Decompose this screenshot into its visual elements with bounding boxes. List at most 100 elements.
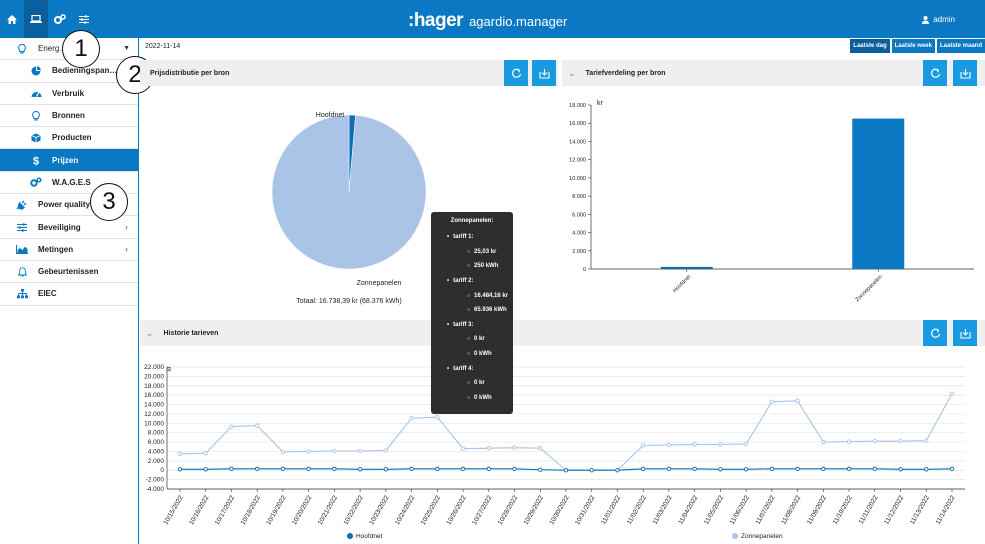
export-button[interactable] xyxy=(532,60,556,86)
data-point-hoofdnet[interactable] xyxy=(512,466,517,471)
data-point-zonnepanelen[interactable] xyxy=(898,438,903,444)
home-icon[interactable] xyxy=(0,0,24,38)
x-tick-label: 10/24/2022 xyxy=(394,494,417,526)
data-point-hoofdnet[interactable] xyxy=(538,467,543,472)
gears-icon[interactable] xyxy=(48,0,72,38)
sidebar-item-producten[interactable]: Producten xyxy=(0,127,138,150)
data-point-hoofdnet[interactable] xyxy=(666,466,672,471)
data-point-zonnepanelen[interactable] xyxy=(846,439,852,444)
data-point-hoofdnet[interactable] xyxy=(332,466,337,471)
data-point-zonnepanelen[interactable] xyxy=(718,442,723,447)
data-point-zonnepanelen[interactable] xyxy=(203,451,208,456)
data-point-zonnepanelen[interactable] xyxy=(460,446,466,451)
data-point-hoofdnet[interactable] xyxy=(306,466,311,471)
data-point-hoofdnet[interactable] xyxy=(821,466,826,471)
bar-zonnepanelen[interactable] xyxy=(852,118,905,269)
data-point-hoofdnet[interactable] xyxy=(563,468,569,473)
series-line-zonnepanelen xyxy=(179,393,953,471)
data-point-hoofdnet[interactable] xyxy=(255,466,260,471)
data-point-zonnepanelen[interactable] xyxy=(769,399,775,404)
data-point-zonnepanelen[interactable] xyxy=(821,439,826,445)
data-point-zonnepanelen[interactable] xyxy=(280,449,286,455)
sidebar-item-metingen[interactable]: Metingen › xyxy=(0,239,138,261)
pie-slice-zonnepanelen[interactable] xyxy=(271,114,427,270)
sidebar-item-gebeurtenissen[interactable]: Gebeurtenissen xyxy=(0,261,138,284)
data-point-hoofdnet[interactable] xyxy=(177,467,183,472)
data-point-zonnepanelen[interactable] xyxy=(538,446,543,451)
data-point-hoofdnet[interactable] xyxy=(229,466,234,471)
refresh-button[interactable] xyxy=(923,60,947,86)
sidebar-item-eiec[interactable]: EIEC xyxy=(0,283,138,306)
period-month-button[interactable]: Laatste maand xyxy=(936,39,985,53)
data-point-zonnepanelen[interactable] xyxy=(177,451,183,456)
data-point-zonnepanelen[interactable] xyxy=(743,441,749,447)
sidebar-item-prijzen[interactable]: $ Prijzen xyxy=(0,149,138,172)
line-panel-title: Historie tarieven xyxy=(163,329,219,337)
legend-label[interactable]: Hoofdnet xyxy=(356,533,383,540)
tooltip-tariff-label: tariff 3: xyxy=(431,318,513,333)
bar-hoofdnet[interactable] xyxy=(660,266,713,269)
data-point-hoofdnet[interactable] xyxy=(949,466,955,471)
export-button[interactable] xyxy=(953,320,977,346)
data-point-hoofdnet[interactable] xyxy=(280,466,286,471)
refresh-button[interactable] xyxy=(504,60,528,86)
user-menu[interactable]: admin xyxy=(922,15,955,24)
data-point-hoofdnet[interactable] xyxy=(435,466,440,471)
data-point-hoofdnet[interactable] xyxy=(846,466,852,471)
data-point-hoofdnet[interactable] xyxy=(409,466,414,471)
data-point-hoofdnet[interactable] xyxy=(718,467,723,472)
data-point-hoofdnet[interactable] xyxy=(203,467,208,472)
data-point-zonnepanelen[interactable] xyxy=(512,445,517,450)
pie-label-zonnepanelen: Zonnepanelen xyxy=(357,280,402,287)
data-point-hoofdnet[interactable] xyxy=(641,466,646,471)
data-point-zonnepanelen[interactable] xyxy=(332,448,337,454)
data-point-hoofdnet[interactable] xyxy=(898,467,903,472)
sidebar-item-bronnen[interactable]: Bronnen xyxy=(0,105,138,128)
collapse-chevron-icon[interactable]: ⌄ xyxy=(568,68,576,79)
data-point-zonnepanelen[interactable] xyxy=(666,442,672,448)
data-point-hoofdnet[interactable] xyxy=(383,467,389,472)
data-point-hoofdnet[interactable] xyxy=(872,466,877,471)
sidebar-item-verbruik[interactable]: Verbruik xyxy=(0,83,138,105)
data-point-zonnepanelen[interactable] xyxy=(255,423,260,428)
legend-label[interactable]: Zonnepanelen xyxy=(741,533,783,540)
x-tick-label: 11/04/2022 xyxy=(677,494,699,526)
data-point-hoofdnet[interactable] xyxy=(460,466,466,471)
data-point-zonnepanelen[interactable] xyxy=(306,449,311,454)
data-point-hoofdnet[interactable] xyxy=(769,466,775,471)
sidebar-item-beveiliging[interactable]: Beveiliging › xyxy=(0,216,138,239)
data-point-zonnepanelen[interactable] xyxy=(949,391,955,396)
data-point-hoofdnet[interactable] xyxy=(692,466,697,471)
data-point-zonnepanelen[interactable] xyxy=(383,448,389,453)
chevron-right-icon: › xyxy=(125,222,128,233)
data-point-hoofdnet[interactable] xyxy=(924,467,929,472)
data-point-hoofdnet[interactable] xyxy=(486,466,491,471)
export-button[interactable] xyxy=(953,60,977,86)
y-tick-label: -2.000 xyxy=(146,477,165,484)
data-point-hoofdnet[interactable] xyxy=(743,467,749,472)
sidebar: Energ… n… ▼ Bedieningspan… Verbruik Bronnen P… xyxy=(0,38,139,544)
data-point-hoofdnet[interactable] xyxy=(615,468,620,473)
refresh-icon xyxy=(930,328,940,338)
data-point-zonnepanelen[interactable] xyxy=(357,448,363,454)
data-point-zonnepanelen[interactable] xyxy=(229,424,234,429)
data-point-zonnepanelen[interactable] xyxy=(641,443,646,448)
data-point-zonnepanelen[interactable] xyxy=(435,415,440,420)
data-point-hoofdnet[interactable] xyxy=(795,466,800,471)
data-point-zonnepanelen[interactable] xyxy=(872,438,877,444)
refresh-button[interactable] xyxy=(923,320,947,346)
data-point-zonnepanelen[interactable] xyxy=(924,438,929,443)
data-point-zonnepanelen[interactable] xyxy=(486,446,491,451)
data-point-zonnepanelen[interactable] xyxy=(409,415,414,421)
period-week-button[interactable]: Laatste week xyxy=(891,39,935,53)
collapse-chevron-icon[interactable]: ⌄ xyxy=(146,328,154,339)
data-point-zonnepanelen[interactable] xyxy=(692,442,697,447)
gauge-icon xyxy=(28,89,44,98)
period-day-button[interactable]: Laatste dag xyxy=(850,39,890,53)
tooltip-tariff-value: 25,03 kr xyxy=(431,245,513,260)
data-point-hoofdnet[interactable] xyxy=(589,468,594,473)
data-point-hoofdnet[interactable] xyxy=(357,467,363,472)
brand-logo[interactable]: :hager agardio.manager xyxy=(408,10,567,32)
laptop-icon[interactable] xyxy=(24,0,48,38)
data-point-zonnepanelen[interactable] xyxy=(795,398,800,403)
